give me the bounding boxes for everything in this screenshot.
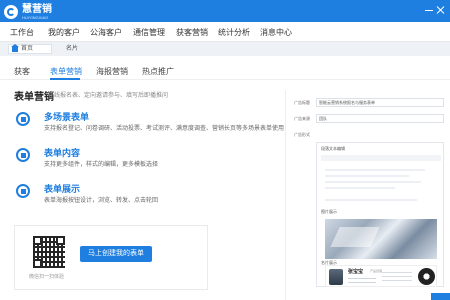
feature-description: 表单海报按钮设计，浏览、转发、点击轮回 — [44, 198, 159, 204]
nav-item-communication[interactable]: 通信管理 — [133, 27, 165, 38]
form-preview-panel: 广告标题 智能云营销系统报名与服务表单 广告来源 团队 广告形式 段落文本编辑 … — [285, 90, 450, 300]
ad-title-input[interactable]: 智能云营销系统报名与服务表单 — [316, 98, 444, 107]
ad-source-input[interactable]: 团队 — [316, 114, 444, 123]
business-card: 张宝宝 产品经理 — [325, 265, 437, 287]
editor-toolbar[interactable] — [321, 155, 441, 161]
text-line — [325, 181, 421, 183]
create-form-button[interactable]: 马上创建我的表单 — [80, 246, 152, 262]
card-contact-line — [382, 280, 412, 281]
form-content-icon — [16, 148, 30, 162]
editor-heading: 段落文本编辑 — [321, 146, 345, 151]
tab-home[interactable]: 首页 — [8, 43, 52, 54]
content-editor[interactable]: 段落文本编辑 图片展示 名片展示 张宝宝 产品经理 — [316, 142, 444, 287]
text-line — [325, 175, 409, 177]
form-field-row: 广告形式 — [286, 130, 450, 140]
form-field-row: 广告标题 智能云营销系统报名与服务表单 — [286, 98, 450, 108]
app-subtitle: HUIYINGXIAO — [22, 15, 49, 20]
nav-item-messages[interactable]: 消息中心 — [260, 27, 292, 38]
main-nav: 工作台 我的客户 公海客户 通信管理 获客营销 统计分析 消息中心 — [0, 22, 450, 42]
qr-finder — [56, 236, 65, 245]
feature-form-content: 表单内容 支持更多组件，样式的编辑，更多模板选择 — [14, 146, 254, 176]
subtab-form-marketing[interactable]: 表单营销 — [50, 66, 82, 77]
card-role: 产品经理 — [370, 269, 383, 273]
minimize-icon[interactable] — [424, 5, 434, 15]
card-contact-line — [382, 276, 412, 277]
card-qr-code — [418, 268, 435, 285]
banner-image — [325, 219, 437, 259]
nav-item-my-customers[interactable]: 我的客户 — [48, 27, 80, 38]
page-tab-strip: 首页 名片 — [0, 42, 450, 56]
subtab-acquire[interactable]: 获客 — [14, 66, 30, 77]
qr-caption: 微信扫一扫体验 — [29, 274, 65, 280]
nav-item-public-customers[interactable]: 公海客户 — [90, 27, 122, 38]
qr-finder — [33, 259, 42, 268]
sub-tabs: 获客 表单营销 海报营销 热点推广 — [0, 58, 450, 80]
card-detail-line — [348, 282, 376, 283]
home-icon — [11, 43, 19, 52]
qr-finder — [33, 236, 42, 245]
nav-item-workbench[interactable]: 工作台 — [10, 27, 34, 38]
field-label: 广告形式 — [294, 132, 310, 137]
feature-title: 多场景表单 — [44, 112, 90, 122]
card-detail-line — [348, 278, 376, 279]
active-tab-indicator — [50, 78, 80, 80]
app-logo: 慧营销 HUIYINGXIAO — [4, 4, 52, 20]
subtab-hot-promotion[interactable]: 热点推广 — [142, 66, 174, 77]
form-scene-icon — [16, 112, 30, 126]
tab-card-label: 名片 — [66, 46, 79, 52]
image-section-label: 图片展示 — [321, 209, 337, 214]
field-label: 广告来源 — [294, 116, 310, 121]
logo-icon — [4, 5, 18, 19]
nav-item-marketing[interactable]: 获客营销 — [176, 27, 208, 38]
feature-description: 支持报名登记、问卷调研、活动投票、考试测评、满意度调查、营销长页等多场景表单使用 — [44, 126, 285, 132]
avatar — [329, 269, 343, 285]
qr-promo-card: 微信扫一扫体验 马上创建我的表单 — [14, 225, 208, 290]
feature-description: 支持更多组件，样式的编辑，更多模板选择 — [44, 162, 159, 168]
nav-item-statistics[interactable]: 统计分析 — [218, 27, 250, 38]
close-icon[interactable] — [436, 5, 446, 15]
subtab-poster-marketing[interactable]: 海报营销 — [96, 66, 128, 77]
text-line — [325, 199, 417, 201]
card-contact-line — [382, 272, 412, 273]
form-display-icon — [16, 184, 30, 198]
feature-form-display: 表单展示 表单海报按钮设计，浏览、转发、点击轮回 — [14, 182, 254, 212]
field-label: 广告标题 — [294, 100, 310, 105]
form-field-row: 广告来源 团队 — [286, 114, 450, 124]
card-name: 张宝宝 — [348, 269, 364, 275]
tab-home-label: 首页 — [21, 46, 34, 52]
tab-card[interactable]: 名片 — [58, 44, 100, 54]
text-line — [325, 169, 425, 171]
qr-code — [33, 236, 65, 268]
preview-action-button[interactable] — [431, 293, 450, 300]
feature-title: 表单展示 — [44, 184, 81, 194]
section-description: 在线报名表、定向邀请参与、填写后即播推问 — [48, 93, 169, 99]
feature-multi-scene: 多场景表单 支持报名登记、问卷调研、活动投票、考试测评、满意度调查、营销长页等多… — [14, 110, 284, 140]
feature-title: 表单内容 — [44, 148, 81, 158]
text-line — [325, 187, 395, 189]
app-title-bar: 慧营销 HUIYINGXIAO — [0, 0, 450, 22]
